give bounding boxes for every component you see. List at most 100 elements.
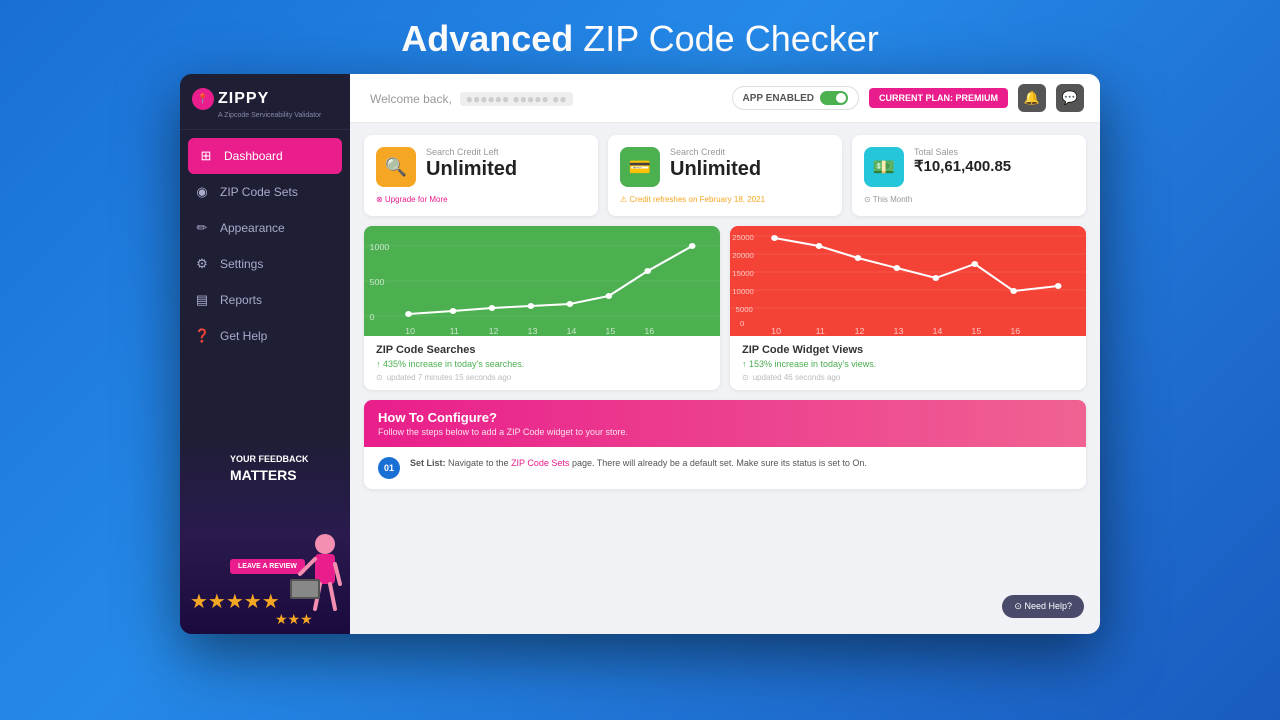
svg-text:16: 16 — [1010, 326, 1020, 335]
main-wrapper: Welcome back, ●●●●●● ●●●●● ●● APP ENABLE… — [350, 74, 1100, 634]
charts-row: 1000 500 0 — [364, 226, 1086, 390]
stat-footer: ⊗ Upgrade for More — [376, 195, 586, 204]
stat-footer: ⊙ This Month — [864, 195, 1074, 204]
username: ●●●●●● ●●●●● ●● — [460, 92, 573, 106]
sidebar-item-label: Reports — [220, 293, 262, 307]
sidebar-nav: ⊞ Dashboard ◉ ZIP Code Sets ✏ Appearance… — [180, 130, 350, 434]
reports-icon: ▤ — [194, 292, 210, 308]
svg-text:0: 0 — [370, 312, 375, 321]
settings-icon: ⚙ — [194, 256, 210, 272]
svg-text:15: 15 — [971, 326, 981, 335]
need-help-button[interactable]: ⊙ Need Help? — [1002, 595, 1084, 618]
logo-tagline: A Zipcode Serviceability Validator — [192, 112, 338, 119]
chart-stat: ↑ 435% increase in today's searches. — [376, 359, 708, 369]
sidebar-item-appearance[interactable]: ✏ Appearance — [180, 210, 350, 246]
stats-row: 🔍 Search Credit Left Unlimited ⊗ Upgrade… — [364, 135, 1086, 216]
zip-code-sets-link[interactable]: ZIP Code Sets — [511, 458, 569, 468]
chart-area-red: 25000 20000 15000 10000 5000 0 — [730, 226, 1086, 336]
configure-subtitle: Follow the steps below to add a ZIP Code… — [378, 427, 1072, 437]
stat-value: Unlimited — [426, 159, 586, 179]
svg-text:0: 0 — [740, 319, 744, 328]
configure-title: How To Configure? — [378, 410, 1072, 425]
zip-code-widget-views-chart: 25000 20000 15000 10000 5000 0 — [730, 226, 1086, 390]
sidebar-item-settings[interactable]: ⚙ Settings — [180, 246, 350, 282]
sidebar-feedback: ★★★★★ YOUR FEEDBACK MATTERS LEAVE A REVI… — [180, 434, 350, 634]
credit-icon: 💳 — [620, 147, 660, 187]
header-actions: APP ENABLED CURRENT PLAN: PREMIUM 🔔 💬 — [732, 84, 1085, 112]
svg-text:5000: 5000 — [736, 305, 753, 314]
svg-text:12: 12 — [855, 326, 865, 335]
dashboard-icon: ⊞ — [198, 148, 214, 164]
svg-text:16: 16 — [644, 326, 654, 335]
sidebar-item-dashboard[interactable]: ⊞ Dashboard — [188, 138, 342, 174]
chart-info: ZIP Code Searches ↑ 435% increase in tod… — [364, 336, 720, 390]
sidebar-logo: 📍 ZIPPY A Zipcode Serviceability Validat… — [180, 74, 350, 130]
svg-text:13: 13 — [894, 326, 904, 335]
sidebar-item-label: Appearance — [220, 221, 285, 235]
app-window: 📍 ZIPPY A Zipcode Serviceability Validat… — [180, 74, 1100, 634]
svg-text:★★★: ★★★ — [275, 611, 313, 627]
chart-updated: ⊙ updated 46 seconds ago — [742, 373, 1074, 382]
appearance-icon: ✏ — [194, 220, 210, 236]
chart-info: ZIP Code Widget Views ↑ 153% increase in… — [730, 336, 1086, 390]
feedback-stars: ★★★★★ — [190, 590, 280, 614]
chart-area-green: 1000 500 0 — [364, 226, 720, 336]
stat-card-total-sales: 💵 Total Sales ₹10,61,400.85 ⊙ This Month — [852, 135, 1086, 216]
svg-text:12: 12 — [489, 326, 499, 335]
plan-badge: CURRENT PLAN: PREMIUM — [869, 88, 1008, 108]
stat-card-search-credit-left: 🔍 Search Credit Left Unlimited ⊗ Upgrade… — [364, 135, 598, 216]
configure-header: How To Configure? Follow the steps below… — [364, 400, 1086, 447]
notification-icon[interactable]: 🔔 — [1018, 84, 1046, 112]
sidebar-item-label: Dashboard — [224, 149, 283, 163]
sidebar-item-get-help[interactable]: ❓ Get Help — [180, 318, 350, 354]
search-icon: 🔍 — [376, 147, 416, 187]
configure-body: 01 Set List: Navigate to the ZIP Code Se… — [364, 447, 1086, 489]
chart-title: ZIP Code Searches — [376, 344, 708, 356]
chart-updated: ⊙ updated 7 minutes 15 seconds ago — [376, 373, 708, 382]
sidebar-item-zipcode-sets[interactable]: ◉ ZIP Code Sets — [180, 174, 350, 210]
svg-text:10: 10 — [405, 326, 415, 335]
feedback-text: YOUR FEEDBACK MATTERS — [230, 454, 309, 484]
svg-text:15: 15 — [605, 326, 615, 335]
main-content: Welcome back, ●●●●●● ●●●●● ●● APP ENABLE… — [350, 74, 1100, 634]
header: Welcome back, ●●●●●● ●●●●● ●● APP ENABLE… — [350, 74, 1100, 123]
stat-card-search-credit: 💳 Search Credit Unlimited ⚠ Credit refre… — [608, 135, 842, 216]
svg-text:14: 14 — [566, 326, 576, 335]
zip-code-searches-chart: 1000 500 0 — [364, 226, 720, 390]
svg-text:1000: 1000 — [370, 242, 390, 251]
content-area: 🔍 Search Credit Left Unlimited ⊗ Upgrade… — [350, 123, 1100, 634]
page-title: Advanced ZIP Code Checker — [401, 18, 879, 60]
sidebar-item-label: ZIP Code Sets — [220, 185, 298, 199]
app-enabled-badge[interactable]: APP ENABLED — [732, 86, 860, 110]
logo-name: ZIPPY — [218, 90, 269, 108]
feedback-figure: ★★★ — [270, 514, 350, 634]
sales-icon: 💵 — [864, 147, 904, 187]
svg-text:25000: 25000 — [732, 233, 754, 242]
sidebar-item-label: Settings — [220, 257, 263, 271]
svg-text:11: 11 — [450, 326, 460, 335]
app-toggle[interactable] — [820, 91, 848, 105]
stat-label: Search Credit Left — [426, 147, 586, 157]
message-icon[interactable]: 💬 — [1056, 84, 1084, 112]
svg-text:10000: 10000 — [732, 287, 754, 296]
sidebar: 📍 ZIPPY A Zipcode Serviceability Validat… — [180, 74, 350, 634]
stat-footer: ⚠ Credit refreshes on February 18, 2021 — [620, 195, 830, 204]
sidebar-item-reports[interactable]: ▤ Reports — [180, 282, 350, 318]
zipcode-icon: ◉ — [194, 184, 210, 200]
stat-label: Total Sales — [914, 147, 1074, 157]
step-number: 01 — [378, 457, 400, 479]
help-icon: ❓ — [194, 328, 210, 344]
chart-title: ZIP Code Widget Views — [742, 344, 1074, 356]
stat-label: Search Credit — [670, 147, 830, 157]
stat-value: ₹10,61,400.85 — [914, 159, 1074, 174]
svg-text:14: 14 — [932, 326, 942, 335]
step-text: Set List: Navigate to the ZIP Code Sets … — [410, 457, 867, 471]
sidebar-item-label: Get Help — [220, 329, 267, 343]
svg-text:15000: 15000 — [732, 269, 754, 278]
svg-text:500: 500 — [370, 277, 385, 286]
configure-card: How To Configure? Follow the steps below… — [364, 400, 1086, 489]
welcome-message: Welcome back, ●●●●●● ●●●●● ●● — [366, 90, 573, 106]
svg-text:10: 10 — [771, 326, 781, 335]
config-step-1: 01 Set List: Navigate to the ZIP Code Se… — [378, 457, 1072, 479]
stat-value: Unlimited — [670, 159, 830, 179]
